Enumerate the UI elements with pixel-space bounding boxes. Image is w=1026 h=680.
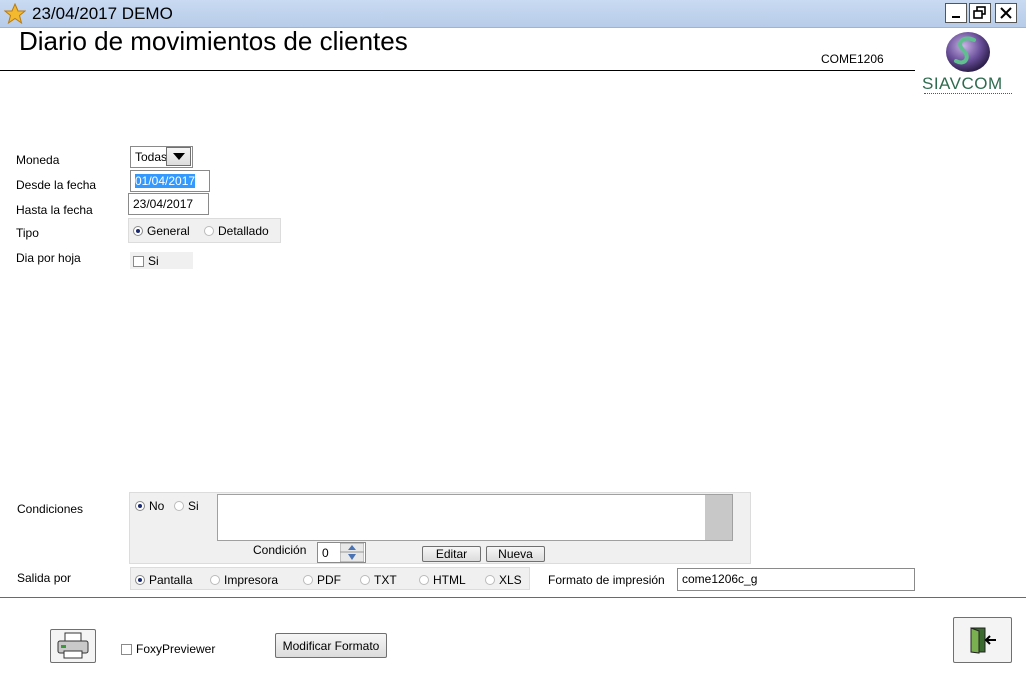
app-star-icon: [3, 2, 27, 25]
formato-impresion-value: come1206c_g: [682, 572, 758, 586]
nueva-button[interactable]: Nueva: [486, 546, 545, 562]
radio-unselected-icon: [303, 575, 313, 585]
hasta-label: Hasta la fecha: [16, 203, 93, 217]
foxypreviewer-label: FoxyPreviewer: [136, 642, 216, 656]
printer-icon: [57, 632, 89, 659]
checkbox-icon: [133, 255, 144, 267]
moneda-dropdown-button[interactable]: [166, 147, 191, 166]
minimize-button[interactable]: [945, 3, 967, 23]
radio-selected-icon: [135, 501, 145, 511]
radio-unselected-icon: [174, 501, 184, 511]
heading-divider: [0, 70, 915, 71]
hasta-fecha-value: 23/04/2017: [133, 197, 194, 211]
radio-unselected-icon: [485, 575, 495, 585]
restore-button[interactable]: [969, 3, 991, 23]
dia-por-hoja-label: Dia por hoja: [16, 251, 81, 265]
logo-underline: [924, 93, 1012, 95]
condicion-spinner-arrows[interactable]: [340, 543, 364, 562]
editar-button[interactable]: Editar: [422, 546, 481, 562]
footer-divider: [0, 597, 1026, 598]
radio-unselected-icon: [360, 575, 370, 585]
condiciones-no-label: No: [149, 499, 165, 513]
condiciones-si-radio[interactable]: Si: [174, 499, 199, 513]
condiciones-no-radio[interactable]: No: [135, 499, 164, 513]
close-button[interactable]: [995, 3, 1017, 23]
close-icon: [1000, 7, 1012, 19]
hasta-fecha-input[interactable]: 23/04/2017: [128, 193, 209, 215]
desde-label: Desde la fecha: [16, 178, 97, 192]
tipo-general-label: General: [147, 224, 190, 238]
salida-xls-radio[interactable]: XLS: [485, 573, 522, 587]
salida-pantalla-radio[interactable]: Pantalla: [135, 573, 192, 587]
minimize-icon: [952, 16, 960, 18]
salida-pdf-label: PDF: [317, 573, 341, 587]
foxypreviewer-checkbox[interactable]: FoxyPreviewer: [121, 642, 215, 656]
salida-txt-label: TXT: [374, 573, 397, 587]
salida-html-label: HTML: [433, 573, 466, 587]
tipo-general-radio[interactable]: General: [133, 224, 190, 238]
radio-selected-icon: [133, 226, 143, 236]
modificar-formato-button[interactable]: Modificar Formato: [275, 633, 387, 658]
spinner-up-icon[interactable]: [340, 543, 364, 552]
exit-door-icon: [970, 627, 996, 654]
moneda-value: Todas: [135, 150, 168, 164]
radio-selected-icon: [135, 575, 145, 585]
formato-impresion-input[interactable]: come1206c_g: [677, 568, 915, 591]
condicion-label: Condición: [253, 543, 307, 557]
spinner-down-icon[interactable]: [340, 552, 364, 562]
exit-button[interactable]: [953, 617, 1012, 663]
salida-pantalla-label: Pantalla: [149, 573, 193, 587]
checkbox-icon: [121, 643, 132, 655]
condiciones-label: Condiciones: [17, 502, 84, 516]
dia-por-hoja-checkbox[interactable]: Si: [133, 254, 159, 268]
salida-xls-label: XLS: [499, 573, 522, 587]
moneda-label: Moneda: [16, 153, 60, 167]
print-button[interactable]: [50, 629, 96, 663]
salida-por-label: Salida por: [17, 571, 72, 585]
salida-impresora-label: Impresora: [224, 573, 279, 587]
dia-por-hoja-si-label: Si: [148, 254, 159, 268]
condiciones-si-label: Si: [188, 499, 199, 513]
formato-impresion-label: Formato de impresión: [548, 573, 665, 587]
tipo-detallado-label: Detallado: [218, 224, 269, 238]
radio-unselected-icon: [210, 575, 220, 585]
form-code: COME1206: [821, 52, 884, 66]
restore-icon: [973, 6, 986, 19]
condicion-value: 0: [322, 546, 329, 560]
window-title: 23/04/2017 DEMO: [32, 4, 173, 23]
salida-txt-radio[interactable]: TXT: [360, 573, 397, 587]
chevron-down-icon: [172, 152, 185, 160]
salida-impresora-radio[interactable]: Impresora: [210, 573, 278, 587]
salida-pdf-radio[interactable]: PDF: [303, 573, 341, 587]
condiciones-scrollbar[interactable]: [705, 495, 732, 540]
logo-text: SIAVCOM: [922, 74, 1003, 93]
condiciones-textarea[interactable]: [217, 494, 733, 541]
desde-fecha-value: 01/04/2017: [135, 174, 196, 188]
tipo-label: Tipo: [16, 226, 39, 240]
tipo-detallado-radio[interactable]: Detallado: [204, 224, 269, 238]
siavcom-logo-icon: [943, 30, 993, 76]
page-title: Diario de movimientos de clientes: [19, 26, 408, 56]
radio-unselected-icon: [419, 575, 429, 585]
salida-html-radio[interactable]: HTML: [419, 573, 466, 587]
desde-fecha-input[interactable]: 01/04/2017: [130, 170, 210, 192]
radio-unselected-icon: [204, 226, 214, 236]
